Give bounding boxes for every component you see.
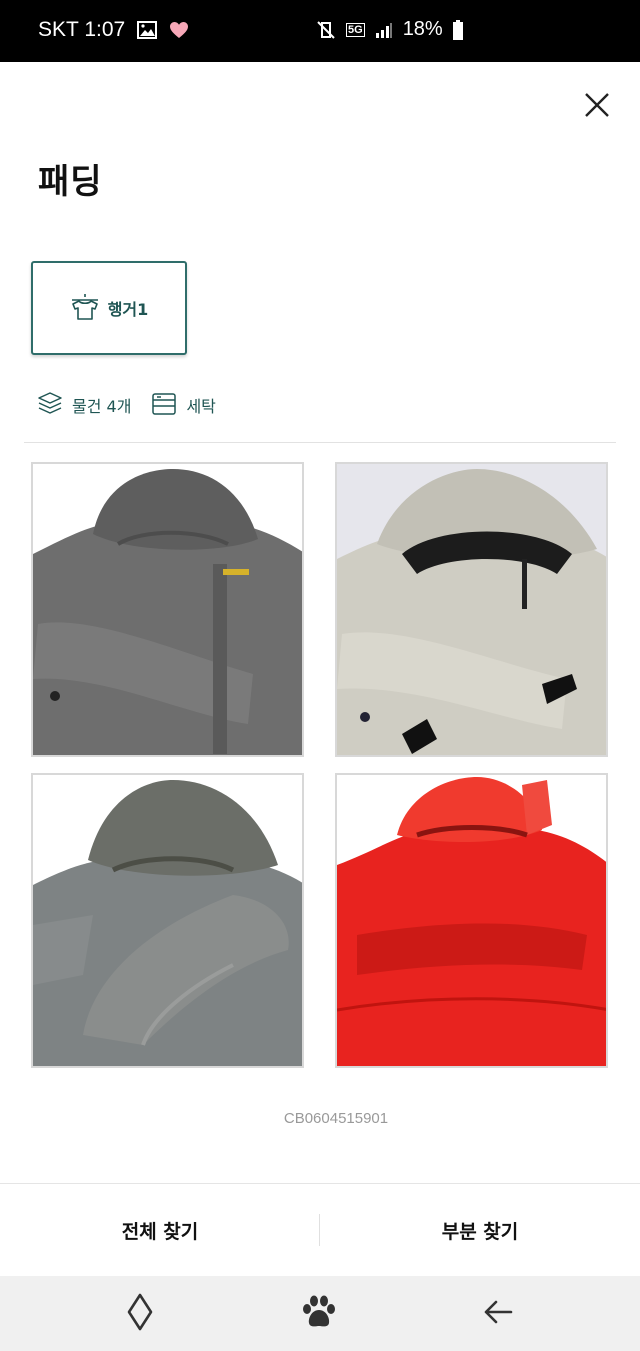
- signal-icon: [375, 22, 393, 38]
- carrier-text: SKT: [38, 18, 79, 41]
- layers-icon: [37, 390, 63, 420]
- jacket-image-1: [33, 464, 302, 755]
- network-text: 5G: [348, 23, 363, 36]
- back-arrow-icon: [483, 1299, 513, 1329]
- meta-row: 물건 4개 세탁: [37, 390, 216, 420]
- item-code: CB0604515901: [283, 1110, 389, 1127]
- divider: [24, 442, 616, 443]
- close-button[interactable]: [580, 90, 614, 124]
- full-search-button[interactable]: 전체 찾기: [0, 1184, 320, 1277]
- page-title: 패딩: [38, 162, 103, 202]
- status-right: 5G 18%: [316, 18, 463, 41]
- navigation-bar: [0, 1276, 640, 1351]
- nav-diamond-button[interactable]: [90, 1276, 190, 1351]
- photo-gray-puffer-jacket[interactable]: [31, 773, 304, 1068]
- status-bar: SKT 1:07 5G 18%: [0, 0, 640, 62]
- partial-search-button[interactable]: 부분 찾기: [320, 1184, 640, 1277]
- heart-icon: [169, 21, 189, 39]
- photo-red-puffer-jacket[interactable]: [335, 773, 608, 1068]
- service-label: 세탁: [186, 397, 216, 416]
- status-left: SKT 1:07: [38, 18, 189, 42]
- photo-dark-gray-padded-jacket[interactable]: [31, 462, 304, 757]
- close-icon: [584, 92, 610, 122]
- battery-icon: [452, 19, 463, 40]
- diamond-icon: [127, 1293, 153, 1335]
- nav-back-button[interactable]: [448, 1276, 548, 1351]
- washer-icon: [151, 390, 177, 420]
- paw-icon: [300, 1294, 338, 1334]
- jacket-image-2: [337, 464, 606, 755]
- bottom-action-bar: 전체 찾기 부분 찾기: [0, 1183, 640, 1276]
- time-text: 1:07: [84, 18, 126, 41]
- hanger-shirt-icon: [70, 291, 100, 325]
- battery-text: 18%: [402, 18, 443, 40]
- network-5g-icon: 5G: [346, 22, 365, 37]
- service-type: 세탁: [151, 390, 216, 420]
- jacket-image-4: [337, 775, 606, 1066]
- photo-beige-padded-jacket[interactable]: [335, 462, 608, 757]
- item-count-label: 물건 4개: [72, 397, 132, 416]
- location-hanger-button[interactable]: 행거1: [31, 261, 187, 355]
- item-count: 물건 4개: [37, 390, 131, 420]
- vibrate-mute-icon: [316, 20, 336, 40]
- jacket-image-3: [33, 775, 302, 1066]
- nav-paw-button[interactable]: [269, 1276, 369, 1351]
- gallery-icon: [137, 21, 158, 39]
- location-label: 행거1: [107, 300, 149, 319]
- status-carrier-time: SKT 1:07: [38, 18, 125, 42]
